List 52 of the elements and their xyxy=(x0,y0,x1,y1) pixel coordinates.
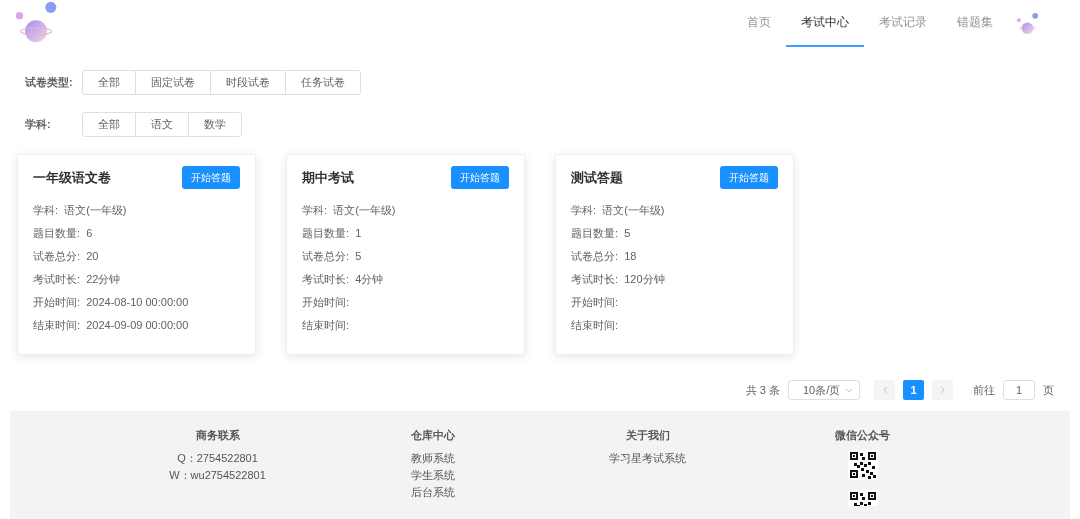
exam-field: 试卷总分: 20 xyxy=(33,245,240,268)
avatar-icon xyxy=(1016,11,1040,36)
exam-title: 测试答题 xyxy=(571,168,623,187)
nav-tab[interactable]: 考试中心 xyxy=(786,0,864,47)
exam-field: 题目数量: 6 xyxy=(33,222,240,245)
footer-link[interactable]: 后台系统 xyxy=(410,484,455,501)
exam-field: 开始时间: 2024-08-10 00:00:00 xyxy=(33,291,240,314)
footer-link[interactable]: 学习星考试系统 xyxy=(609,450,686,467)
exam-field: 结束时间: 2024-09-09 00:00:00 xyxy=(33,314,240,337)
exam-field: 考试时长: 22分钟 xyxy=(33,268,240,291)
footer-heading: 仓库中心 xyxy=(410,428,455,443)
footer-heading: 微信公众号 xyxy=(835,428,890,443)
filter-option[interactable]: 任务试卷 xyxy=(285,70,361,95)
exam-field: 题目数量: 1 xyxy=(302,222,509,245)
filter-option[interactable]: 全部 xyxy=(82,112,136,137)
exam-title: 期中考试 xyxy=(302,168,354,187)
footer-heading: 商务联系 xyxy=(195,428,240,443)
page-suffix: 页 xyxy=(1043,382,1054,398)
exam-field: 学科: 语文(一年级) xyxy=(33,199,240,222)
exam-field: 开始时间: xyxy=(571,291,778,314)
filter-label: 试卷类型: xyxy=(25,75,74,90)
filter-option[interactable]: 数学 xyxy=(188,112,242,137)
exam-field: 试卷总分: 18 xyxy=(571,245,778,268)
exam-field: 考试时长: 120分钟 xyxy=(571,268,778,291)
chevron-down-icon xyxy=(845,387,853,393)
footer-link[interactable]: 学生系统 xyxy=(410,467,455,484)
qr-code xyxy=(847,490,878,506)
chevron-left-icon xyxy=(881,386,888,394)
filter-option[interactable]: 语文 xyxy=(135,112,189,137)
qr-code xyxy=(847,450,878,480)
goto-label: 前往 xyxy=(973,382,995,398)
chevron-right-icon xyxy=(939,386,946,394)
exam-field: 学科: 语文(一年级) xyxy=(571,199,778,222)
exam-field: 结束时间: xyxy=(302,314,509,337)
page-size-select[interactable]: 10条/页 xyxy=(788,380,860,400)
prev-page-button[interactable] xyxy=(874,380,895,400)
total-count: 共 3 条 xyxy=(745,382,780,398)
goto-page-input[interactable]: 1 xyxy=(1003,380,1035,400)
next-page-button[interactable] xyxy=(932,380,953,400)
exam-field: 考试时长: 4分钟 xyxy=(302,268,509,291)
filter-option[interactable]: 全部 xyxy=(82,70,136,95)
filter-label: 学科: xyxy=(25,117,52,132)
exam-title: 一年级语文卷 xyxy=(33,168,111,187)
footer-link[interactable]: 教师系统 xyxy=(410,450,455,467)
exam-field: 试卷总分: 5 xyxy=(302,245,509,268)
exam-field: 开始时间: xyxy=(302,291,509,314)
exam-field: 学科: 语文(一年级) xyxy=(302,199,509,222)
filter-option[interactable]: 固定试卷 xyxy=(135,70,211,95)
exam-field: 结束时间: xyxy=(571,314,778,337)
exam-field: 题目数量: 5 xyxy=(571,222,778,245)
footer-heading: 关于我们 xyxy=(625,428,670,443)
filter-option[interactable]: 时段试卷 xyxy=(210,70,286,95)
